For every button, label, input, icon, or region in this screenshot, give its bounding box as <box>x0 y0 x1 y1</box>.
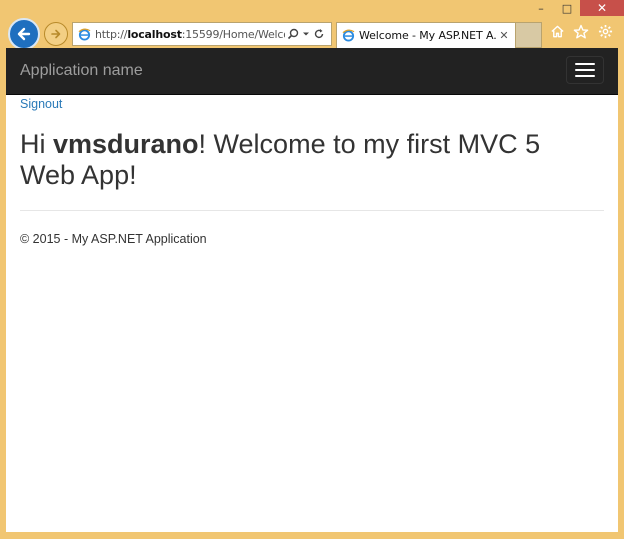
hamburger-bar-icon <box>575 69 595 71</box>
new-tab-button[interactable] <box>516 22 542 48</box>
tab-close-icon[interactable]: ✕ <box>497 29 511 42</box>
dropdown-icon[interactable] <box>302 30 310 38</box>
footer-text: © 2015 - My ASP.NET Application <box>20 232 207 246</box>
tab-welcome[interactable]: Welcome - My ASP.NET A... ✕ <box>336 22 516 48</box>
back-arrow-icon <box>17 27 31 41</box>
hamburger-bar-icon <box>575 75 595 77</box>
url-path: :15599/Home/Welcom <box>181 27 285 41</box>
ie-tab-icon <box>341 29 355 43</box>
home-icon[interactable] <box>548 24 566 44</box>
back-button[interactable] <box>8 18 40 50</box>
ie-page-icon <box>77 27 91 41</box>
signout-link[interactable]: Signout <box>20 97 62 111</box>
welcome-heading: Hi vmsdurano! Welcome to my first MVC 5 … <box>20 129 600 191</box>
star-icon[interactable] <box>572 24 590 44</box>
site-navbar: Application name <box>6 48 618 95</box>
url-host: localhost <box>127 27 182 41</box>
page-viewport: Application name Signout Hi vmsdurano! W… <box>6 48 618 532</box>
address-bar[interactable]: http://localhost:15599/Home/Welcom <box>72 22 332 46</box>
divider <box>20 210 604 211</box>
url-text: http://localhost:15599/Home/Welcom <box>95 28 285 41</box>
hamburger-bar-icon <box>575 63 595 65</box>
browser-command-icons <box>548 24 614 44</box>
browser-window: – □ ✕ http://localhost:15599/Home/Welcom <box>0 0 624 539</box>
search-icon[interactable] <box>287 28 299 40</box>
forward-arrow-icon <box>51 29 61 39</box>
greeting-prefix: Hi <box>20 129 53 159</box>
gear-icon[interactable] <box>596 24 614 44</box>
username: vmsdurano <box>53 129 199 159</box>
brand-link[interactable]: Application name <box>20 62 143 80</box>
refresh-icon[interactable] <box>313 28 325 40</box>
address-tools <box>287 28 325 40</box>
hamburger-menu-button[interactable] <box>566 56 604 84</box>
forward-button[interactable] <box>44 22 68 46</box>
tab-title: Welcome - My ASP.NET A... <box>359 29 497 42</box>
url-prefix: http:// <box>95 27 128 41</box>
browser-toolbar: http://localhost:15599/Home/Welcom <box>0 14 624 52</box>
